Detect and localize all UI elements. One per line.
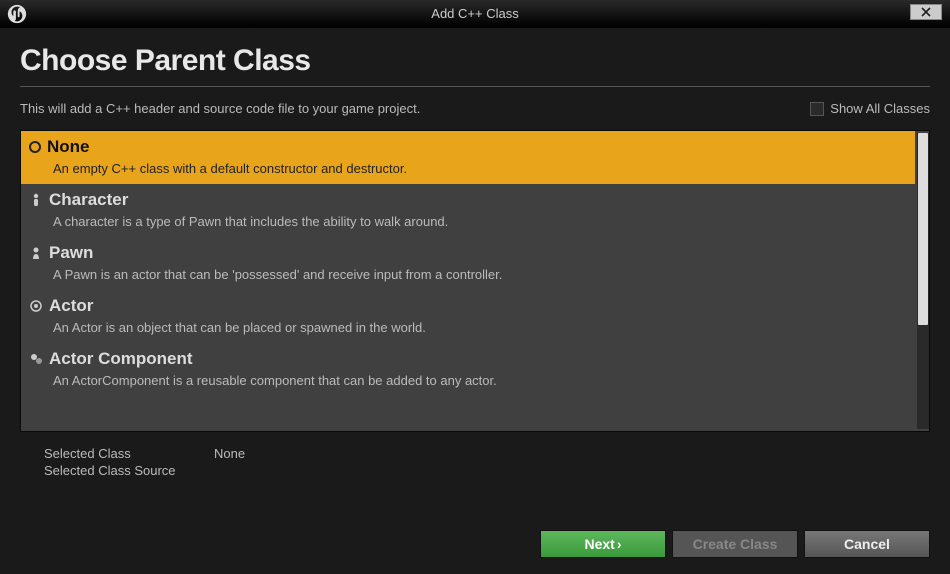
selected-source-value [214,463,930,478]
titlebar: Add C++ Class [0,0,950,28]
scrollbar-thumb[interactable] [918,133,928,325]
selected-info: Selected Class None Selected Class Sourc… [20,446,930,478]
class-description: A Pawn is an actor that can be 'possesse… [29,267,907,282]
checkbox-icon [810,102,824,116]
class-item[interactable]: Actor An Actor is an object that can be p… [21,290,915,343]
window-title: Add C++ Class [431,6,518,21]
selected-class-label: Selected Class [44,446,214,461]
selected-source-label: Selected Class Source [44,463,214,478]
class-name: Character [49,190,128,210]
dialog-window: Add C++ Class Choose Parent Class This w… [0,0,950,574]
class-type-icon [29,352,43,366]
class-type-icon [29,299,43,313]
show-all-classes-toggle[interactable]: Show All Classes [810,101,930,116]
show-all-label: Show All Classes [830,101,930,116]
cancel-button[interactable]: Cancel [804,530,930,558]
page-title: Choose Parent Class [20,44,930,78]
class-name: Actor Component [49,349,193,369]
description-row: This will add a C++ header and source co… [20,101,930,116]
class-list-container: None An empty C++ class with a default co… [20,130,930,432]
class-item[interactable]: None An empty C++ class with a default co… [21,131,915,184]
unreal-logo-icon [6,3,28,25]
class-list: None An empty C++ class with a default co… [21,131,915,431]
close-icon [921,7,931,17]
description-text: This will add a C++ header and source co… [20,101,420,116]
class-item[interactable]: Actor Component An ActorComponent is a re… [21,343,915,396]
class-type-icon [29,193,43,207]
class-name: None [47,137,90,157]
class-item[interactable]: Pawn A Pawn is an actor that can be 'poss… [21,237,915,290]
class-name: Actor [49,296,93,316]
class-description: A character is a type of Pawn that inclu… [29,214,907,229]
create-class-button: Create Class [672,530,798,558]
dialog-content: Choose Parent Class This will add a C++ … [0,28,950,494]
radio-icon [29,141,41,153]
class-item[interactable]: Character A character is a type of Pawn t… [21,184,915,237]
divider [20,86,930,87]
scrollbar[interactable] [917,133,929,429]
class-description: An empty C++ class with a default constr… [29,161,907,176]
class-description: An ActorComponent is a reusable componen… [29,373,907,388]
class-type-icon [29,246,43,260]
selected-class-value: None [214,446,930,461]
class-name: Pawn [49,243,93,263]
footer-buttons: Next Create Class Cancel [540,530,930,558]
close-button[interactable] [910,4,942,20]
class-description: An Actor is an object that can be placed… [29,320,907,335]
next-button[interactable]: Next [540,530,666,558]
